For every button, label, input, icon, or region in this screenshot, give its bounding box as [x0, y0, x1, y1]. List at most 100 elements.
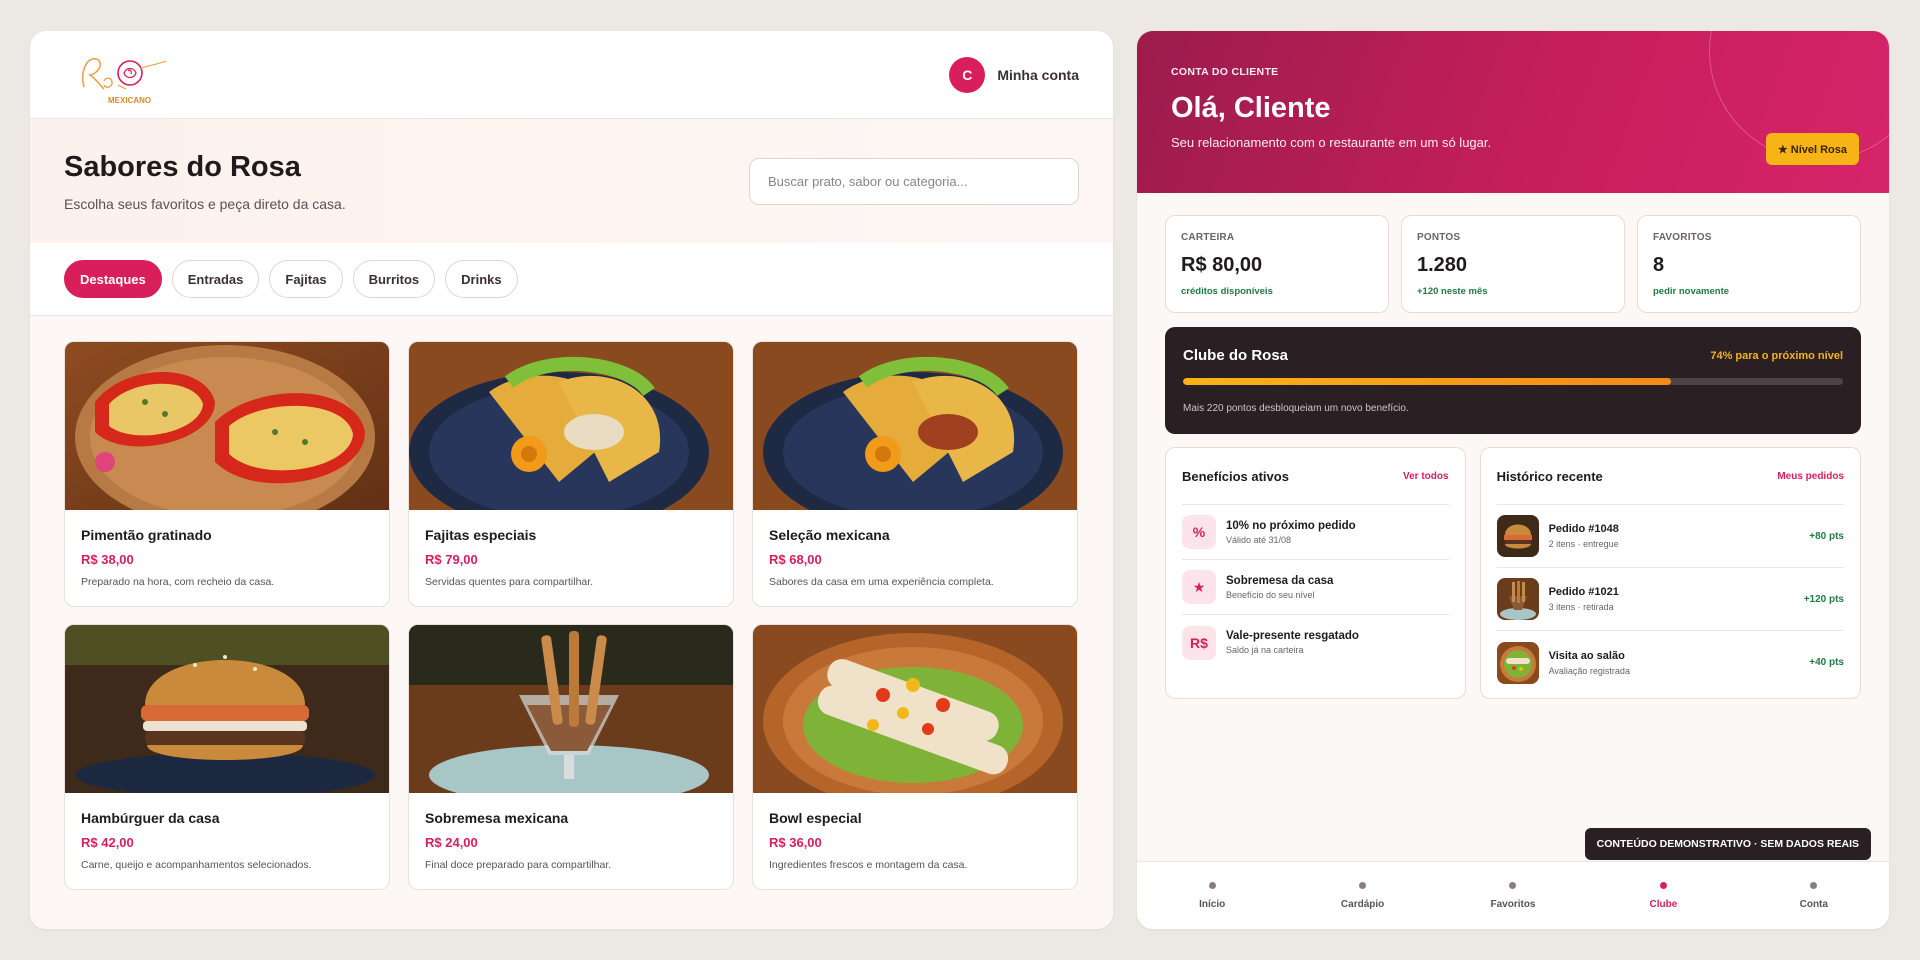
tab-drinks[interactable]: Drinks — [445, 260, 518, 298]
nav-cardapio[interactable]: Cardápio — [1287, 862, 1437, 929]
dish-name: Hambúrguer da casa — [81, 810, 220, 826]
menu-grid-area: Pimentão gratinado R$ 38,00 Preparado na… — [30, 316, 1113, 929]
menu-card[interactable]: Hambúrguer da casa R$ 42,00 Carne, queij… — [64, 624, 390, 890]
tab-burritos[interactable]: Burritos — [352, 260, 436, 298]
top-bar: MEXICANO C Minha conta — [30, 31, 1113, 119]
percent-icon: % — [1182, 515, 1216, 549]
see-all-link[interactable]: Ver todos — [1403, 471, 1449, 482]
order-thumbnail — [1496, 578, 1539, 620]
stats-row: CARTEIRA R$ 80,00 créditos disponíveis P… — [1165, 215, 1861, 313]
dish-description: Preparado na hora, com recheio da casa. — [81, 576, 275, 588]
menu-card[interactable]: Sobremesa mexicana R$ 24,00 Final doce p… — [408, 624, 734, 890]
history-item[interactable]: Pedido #1048 2 itens · entregue +80 pts — [1496, 505, 1844, 568]
tab-destaques[interactable]: Destaques — [64, 260, 162, 298]
benefits-title: Benefícios ativos — [1182, 468, 1289, 484]
dish-description: Servidas quentes para compartilhar. — [425, 576, 594, 588]
account-kicker: CONTA DO CLIENTE — [1171, 66, 1279, 78]
history-points: +120 pts — [1803, 593, 1844, 605]
dish-photo — [65, 625, 389, 793]
history-points: +40 pts — [1809, 657, 1844, 668]
benefit-title: Sobremesa da casa — [1226, 574, 1334, 587]
account-label[interactable]: Minha conta — [997, 67, 1079, 83]
dish-name: Pimentão gratinado — [81, 527, 212, 543]
menu-card[interactable]: Fajitas especiais R$ 79,00 Servidas quen… — [408, 341, 734, 607]
club-card[interactable]: Clube do Rosa 74% para o próximo nível M… — [1165, 327, 1861, 434]
nav-dot-icon — [1810, 881, 1818, 889]
currency-icon: R$ — [1182, 625, 1216, 660]
nav-dot-icon — [1509, 881, 1517, 889]
account-panel: CONTA DO CLIENTE Olá, Cliente Seu relaci… — [1137, 31, 1889, 929]
menu-grid: Pimentão gratinado R$ 38,00 Preparado na… — [64, 341, 1079, 890]
nav-label: Conta — [1799, 898, 1828, 910]
history-title-text: Visita ao salão — [1548, 649, 1625, 662]
benefit-item[interactable]: ★ Sobremesa da casa Benefício do seu nív… — [1182, 560, 1449, 615]
nav-label: Início — [1199, 898, 1226, 910]
dish-price: R$ 38,00 — [81, 552, 134, 567]
page-subtitle: Escolha seus favoritos e peça direto da … — [64, 195, 346, 212]
order-thumbnail — [1496, 641, 1539, 684]
hero: Sabores do Rosa Escolha seus favoritos e… — [30, 119, 1113, 243]
dish-price: R$ 79,00 — [425, 552, 478, 567]
dish-description: Ingredientes frescos e montagem da casa. — [769, 859, 968, 871]
dish-name: Sobremesa mexicana — [425, 810, 569, 826]
logo-sub: MEXICANO — [108, 96, 151, 105]
restaurant-logo[interactable]: MEXICANO — [70, 43, 170, 107]
dish-photo — [409, 342, 733, 510]
dish-description: Final doce preparado para compartilhar. — [425, 859, 612, 871]
nav-label: Cardápio — [1340, 898, 1385, 910]
category-tabs: Destaques Entradas Fajitas Burritos Drin… — [30, 243, 1113, 316]
nav-inicio[interactable]: Início — [1137, 862, 1287, 929]
nav-dot-icon — [1659, 881, 1667, 889]
history-item[interactable]: Visita ao salão Avaliação registrada +40… — [1496, 631, 1844, 694]
level-badge-button[interactable]: ★ Nível Rosa — [1765, 133, 1859, 165]
stat-wallet[interactable]: CARTEIRA R$ 80,00 créditos disponíveis — [1165, 215, 1389, 313]
benefit-sub: Benefício do seu nível — [1226, 589, 1315, 600]
search-input[interactable] — [749, 157, 1079, 205]
tab-entradas[interactable]: Entradas — [171, 260, 260, 298]
history-title: Histórico recente — [1496, 468, 1603, 484]
my-orders-link[interactable]: Meus pedidos — [1777, 471, 1844, 482]
stat-value: R$ 80,00 — [1181, 254, 1263, 276]
bottom-nav: Início Cardápio Favoritos Clube Conta — [1137, 861, 1889, 929]
history-item[interactable]: Pedido #1021 3 itens · retirada +120 pts — [1496, 568, 1844, 631]
history-points: +80 pts — [1809, 530, 1844, 542]
dish-price: R$ 36,00 — [769, 835, 822, 850]
stat-label: PONTOS — [1417, 232, 1461, 243]
stat-sub: créditos disponíveis — [1181, 286, 1273, 297]
stat-points[interactable]: PONTOS 1.280 +120 neste mês — [1401, 215, 1625, 313]
info-panels: Benefícios ativos Ver todos % 10% no pró… — [1165, 447, 1861, 699]
history-title-text: Pedido #1021 — [1548, 586, 1619, 598]
stat-sub: pedir novamente — [1653, 286, 1730, 297]
history-sub: 2 itens · entregue — [1548, 539, 1619, 549]
dish-name: Fajitas especiais — [425, 527, 537, 543]
page-title: Sabores do Rosa — [64, 150, 301, 183]
account-button[interactable]: C Minha conta — [949, 56, 1079, 93]
tab-fajitas[interactable]: Fajitas — [269, 260, 343, 298]
dish-photo — [753, 342, 1077, 510]
club-progress-fill — [1183, 378, 1672, 385]
dish-description: Sabores da casa em uma experiência compl… — [769, 576, 994, 588]
account-tagline: Seu relacionamento com o restaurante em … — [1171, 135, 1492, 150]
dish-name: Seleção mexicana — [769, 527, 890, 543]
nav-clube[interactable]: Clube — [1588, 862, 1738, 929]
benefits-panel: Benefícios ativos Ver todos % 10% no pró… — [1165, 447, 1466, 699]
benefit-item[interactable]: % 10% no próximo pedido Válido até 31/08 — [1182, 505, 1449, 560]
avatar[interactable]: C — [949, 56, 986, 93]
history-title-text: Pedido #1048 — [1548, 523, 1619, 535]
dish-photo — [65, 342, 389, 510]
benefit-item[interactable]: R$ Vale-presente resgatado Saldo já na c… — [1182, 615, 1449, 670]
stat-value: 8 — [1653, 254, 1665, 276]
stat-favorites[interactable]: FAVORITOS 8 pedir novamente — [1637, 215, 1861, 313]
dish-name: Bowl especial — [769, 810, 862, 826]
menu-card[interactable]: Pimentão gratinado R$ 38,00 Preparado na… — [64, 341, 390, 607]
menu-card[interactable]: Seleção mexicana R$ 68,00 Sabores da cas… — [752, 341, 1078, 607]
dish-photo — [409, 625, 733, 793]
menu-card[interactable]: Bowl especial R$ 36,00 Ingredientes fres… — [752, 624, 1078, 890]
nav-dot-icon — [1208, 881, 1216, 889]
dish-price: R$ 68,00 — [769, 552, 822, 567]
benefit-title: 10% no próximo pedido — [1226, 519, 1356, 532]
club-progress-label: 74% para o próximo nível — [1710, 349, 1843, 362]
stat-value: 1.280 — [1417, 254, 1468, 276]
nav-favoritos[interactable]: Favoritos — [1438, 862, 1588, 929]
nav-conta[interactable]: Conta — [1739, 862, 1889, 929]
